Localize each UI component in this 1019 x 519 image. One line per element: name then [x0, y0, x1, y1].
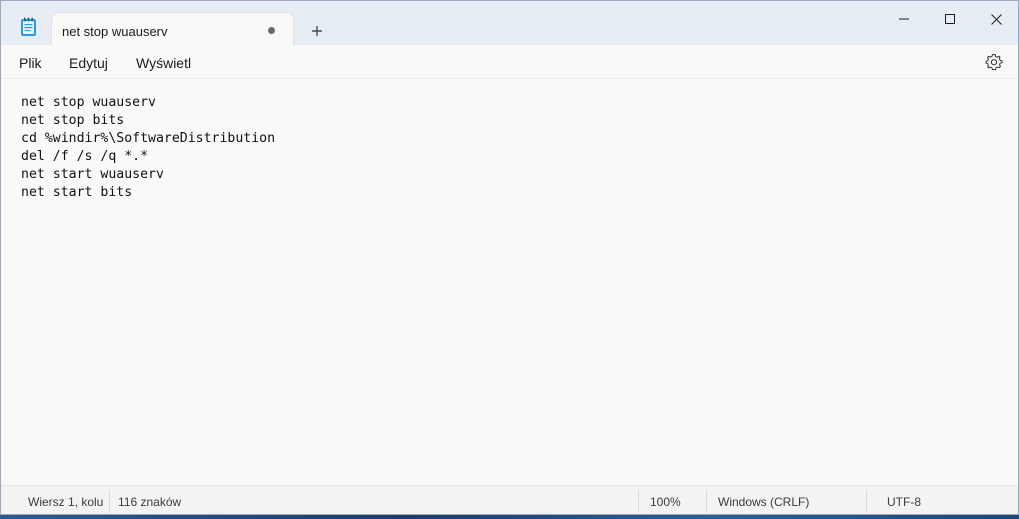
notepad-window: net stop wuauserv Plik Edytuj Wyświetl n… [0, 0, 1019, 515]
desktop-background-strip [0, 515, 1019, 519]
tab-document[interactable]: net stop wuauserv [51, 12, 294, 46]
minimize-icon [899, 18, 909, 20]
minimize-button[interactable] [881, 1, 927, 37]
tab-title: net stop wuauserv [62, 24, 168, 39]
new-tab-button[interactable] [303, 17, 331, 45]
status-line-ending[interactable]: Windows (CRLF) [718, 495, 809, 509]
gear-icon [985, 53, 1003, 71]
settings-button[interactable] [985, 53, 1003, 71]
close-button[interactable] [973, 1, 1018, 37]
editor-line[interactable]: net stop wuauserv [21, 94, 156, 112]
plus-icon [312, 26, 322, 36]
status-zoom[interactable]: 100% [650, 495, 681, 509]
menu-bar: Plik Edytuj Wyświetl [1, 45, 1018, 79]
status-divider [109, 490, 110, 512]
title-bar[interactable]: net stop wuauserv [1, 1, 1018, 46]
status-divider [706, 490, 707, 512]
status-divider [638, 490, 639, 512]
menu-edit[interactable]: Edytuj [69, 55, 108, 71]
close-icon [990, 13, 1002, 25]
unsaved-dot-icon[interactable] [268, 27, 275, 34]
editor-line[interactable]: net stop bits [21, 112, 124, 130]
status-char-count: 116 znaków [118, 495, 182, 509]
editor-line[interactable]: net start wuauserv [21, 166, 164, 184]
editor-line[interactable]: net start bits [21, 184, 132, 202]
status-encoding[interactable]: UTF-8 [887, 495, 921, 509]
status-cursor-position: Wiersz 1, kolu [28, 495, 104, 509]
editor-line[interactable]: cd %windir%\SoftwareDistribution [21, 130, 275, 148]
menu-file[interactable]: Plik [19, 55, 42, 71]
maximize-button[interactable] [927, 1, 973, 37]
maximize-icon [945, 14, 955, 24]
status-bar: Wiersz 1, kolu 116 znaków 100% Windows (… [1, 485, 1018, 514]
text-editor[interactable]: net stop wuauserv net stop bits cd %wind… [1, 80, 1018, 484]
editor-line[interactable]: del /f /s /q *.* [21, 148, 148, 166]
notepad-app-icon [20, 17, 37, 37]
menu-view[interactable]: Wyświetl [136, 55, 191, 71]
status-divider [866, 490, 867, 512]
